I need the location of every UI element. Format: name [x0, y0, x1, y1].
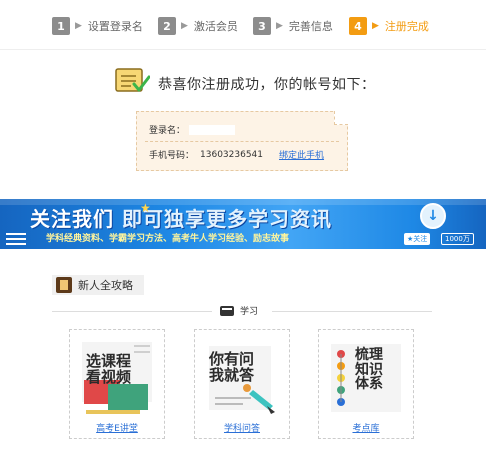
login-value-masked: [189, 124, 236, 135]
account-info-card: 登录名： 手机号码： 13603236541 绑定此手机: [136, 111, 348, 171]
section-label: 学习: [240, 307, 259, 317]
banner-headline-a: 关注我们: [30, 207, 114, 231]
card-subject-qa[interactable]: 你有问 我就答 学科问答: [194, 329, 290, 439]
card-caption[interactable]: 学科问答: [195, 421, 289, 434]
divider: [145, 141, 339, 142]
star-icon: ★: [140, 201, 151, 215]
card-caption[interactable]: 考点库: [319, 421, 413, 434]
step-label: 注册完成: [384, 20, 429, 33]
book-icon: [56, 277, 72, 293]
card-art-line: 看视频: [86, 367, 132, 386]
arrow-right-icon: ▶: [75, 21, 82, 31]
card-art-text: 梳理 知识 体系: [355, 348, 383, 392]
card-art-line: 我就答: [209, 365, 255, 384]
step-number: 3: [253, 17, 271, 35]
download-icon[interactable]: ↓: [420, 203, 446, 229]
step-1: 1 ▶ 设置登录名: [52, 16, 143, 36]
arrow-right-icon: ▶: [181, 21, 188, 31]
phone-label: 手机号码：: [149, 151, 195, 161]
step-label: 设置登录名: [87, 20, 143, 33]
card-art-text: 选课程 看视频: [86, 353, 132, 386]
login-label: 登录名：: [149, 126, 186, 136]
success-check-icon: [115, 68, 150, 92]
bind-phone-link[interactable]: 绑定此手机: [279, 148, 324, 161]
card-caption[interactable]: 高考E讲堂: [70, 421, 164, 434]
arrow-right-icon: ▶: [372, 21, 379, 31]
step-number: 1: [52, 17, 70, 35]
menu-icon[interactable]: [6, 233, 26, 245]
phone-value: 13603236541: [200, 149, 264, 160]
step-label: 激活会员: [193, 20, 238, 33]
card-art-line: 梳理: [355, 347, 383, 363]
section-divider-left: [52, 311, 212, 312]
card-exam-points[interactable]: 梳理 知识 体系 考点库: [318, 329, 414, 439]
follow-count: 1000万: [441, 233, 474, 245]
newbie-guide-tag: 新人全攻略: [52, 275, 144, 295]
card-art-text: 你有问 我就答: [209, 351, 255, 384]
step-number: 2: [158, 17, 176, 35]
step-3: 3 ▶ 完善信息: [253, 16, 333, 36]
arrow-right-icon: ▶: [276, 21, 283, 31]
banner-headline: 关注我们 即可独享更多学习资讯: [30, 203, 332, 232]
success-title: 恭喜你注册成功，你的帐号如下：: [158, 77, 376, 93]
follow-label: 关注: [413, 235, 428, 243]
step-4: 4 ▶ 注册完成: [349, 16, 429, 36]
card-video-course[interactable]: 选课程 看视频 高考E讲堂: [69, 329, 165, 439]
section-divider-right: [272, 311, 432, 312]
card-art-line: 体系: [355, 376, 383, 393]
study-icon: [220, 305, 234, 316]
guide-label: 新人全攻略: [78, 279, 133, 292]
banner-subline: 学科经典资料、学霸学习方法、高考牛人学习经验、励志故事: [46, 234, 290, 244]
registration-steps: 1 ▶ 设置登录名 2 ▶ 激活会员 3 ▶ 完善信息 4 ▶ 注册完成: [0, 0, 486, 50]
banner-headline-b: 即可独享更多学习资讯: [122, 207, 332, 231]
section-title: 学习: [220, 304, 258, 317]
card-fold-corner: [334, 111, 348, 125]
step-number: 4: [349, 17, 367, 35]
step-2: 2 ▶ 激活会员: [158, 16, 238, 36]
phone-row: 手机号码： 13603236541 绑定此手机: [149, 148, 324, 162]
login-row: 登录名：: [149, 123, 236, 136]
follow-us-banner[interactable]: 关注我们 即可独享更多学习资讯 ★ 学科经典资料、学霸学习方法、高考牛人学习经验、…: [0, 199, 486, 249]
follow-button[interactable]: ★ 关注: [404, 233, 431, 245]
step-label: 完善信息: [288, 20, 333, 33]
